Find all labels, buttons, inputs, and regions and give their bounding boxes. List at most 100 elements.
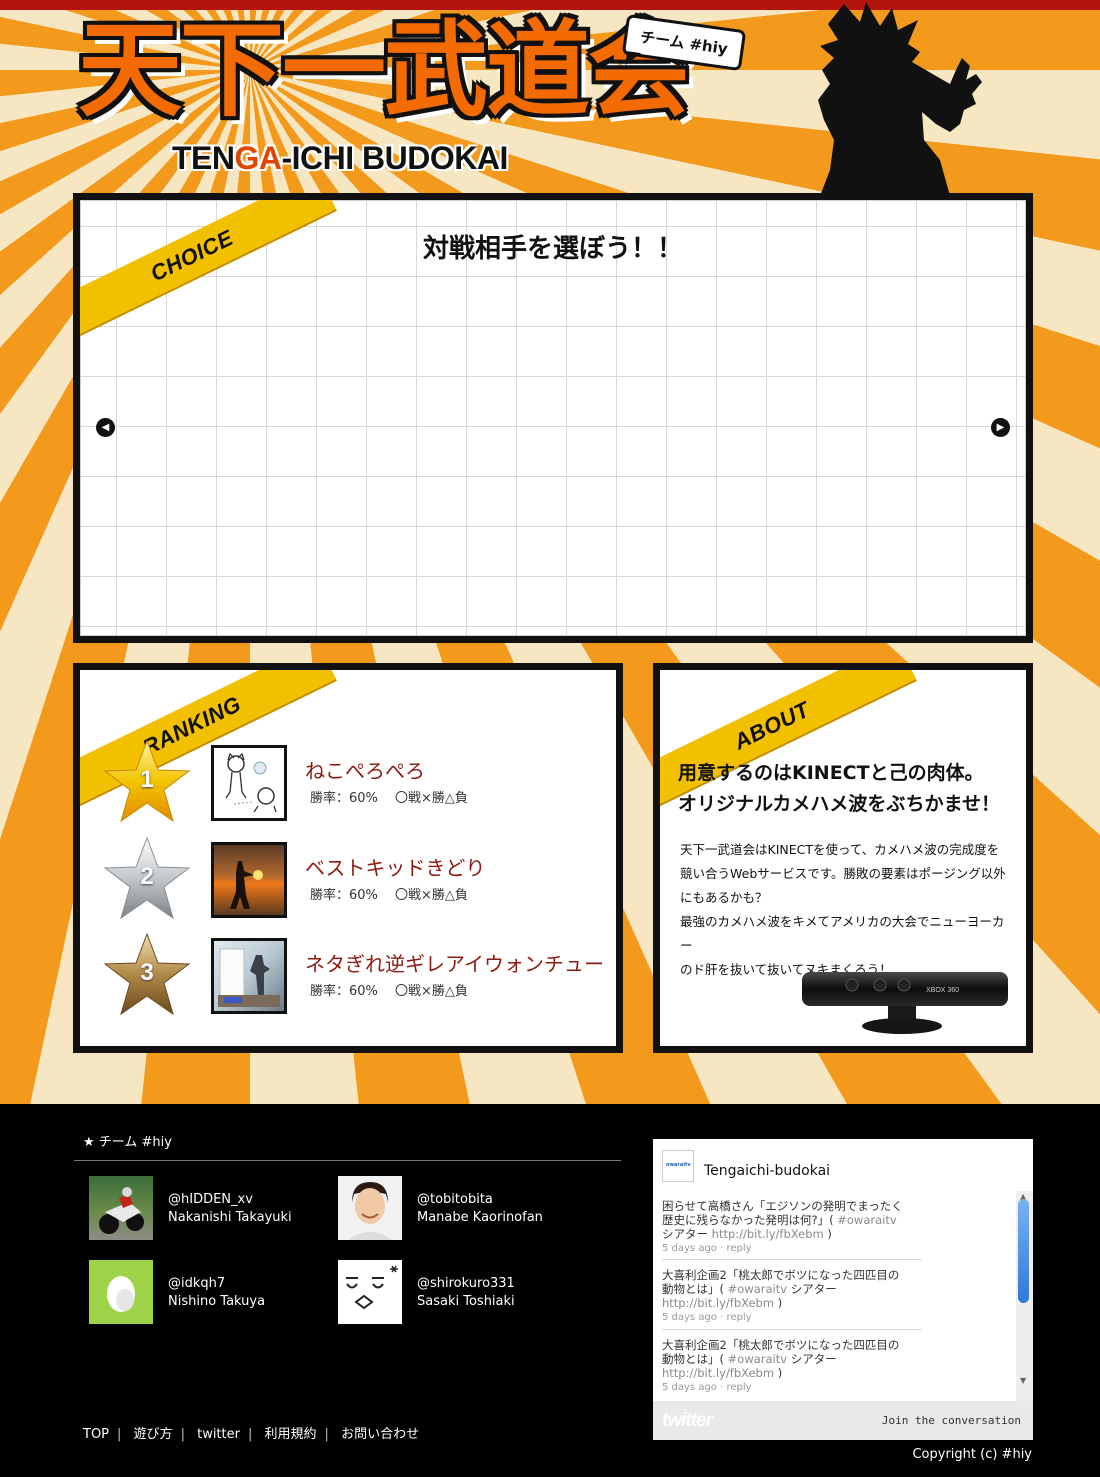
avatar[interactable] [89,1176,153,1240]
tweet-link[interactable]: http://bit.ly/fbXebm [712,1227,824,1241]
scrollbar-thumb[interactable] [1018,1199,1029,1303]
divider: | [324,1427,329,1442]
choice-panel: CHOICE 対戦相手を選ぼう！！ ◀ ▶ [73,193,1033,643]
divider [74,1160,621,1161]
rank-number: 3 [140,959,154,986]
tweet-meta[interactable]: 5 days ago · reply [662,1242,918,1256]
ranking-stats: 勝率：60% 〇戦×勝△負 [310,984,468,999]
footer-link-twitter[interactable]: twitter [197,1427,240,1442]
opponent-grid [80,200,1026,636]
tweet-feed[interactable]: 困らせて高橋さん「エジソンの発明でまったく 歴史に残らなかった発明は何?」( #… [653,1191,1016,1401]
footer-link-terms[interactable]: 利用規約 [265,1427,317,1442]
twitter-logo[interactable]: twitter [662,1410,713,1432]
ranking-panel: RANKING 1 ねこぺろぺろ 勝率：60% 〇戦×勝△負 2 ベストキッドき… [73,663,623,1053]
member-name: Manabe Kaorinofan [417,1210,543,1225]
footer-link-contact[interactable]: お問い合わせ [341,1427,419,1442]
ranking-item[interactable]: 3 ネタぎれ逆ギレアイウォンチュー 勝率：60% 〇戦×勝△負 [80,932,616,1019]
ranking-thumbnail[interactable] [211,745,287,821]
room-photo [218,948,280,1007]
team-member[interactable]: @shirokuro331 Sasaki Toshiaki [338,1260,578,1324]
person-photo [348,1182,392,1240]
about-text-line: 最強のカメハメ波をキメてアメリカの大会でニューヨーカー [680,914,1005,953]
twitter-avatar[interactable]: owaraitv [662,1150,694,1182]
motorcycle-photo [99,1187,144,1234]
carousel-prev-button[interactable]: ◀ [96,418,115,437]
member-name: Nishino Takuya [168,1294,266,1309]
carousel-next-button[interactable]: ▶ [991,418,1010,437]
device-label: XBOX 360 [926,987,959,994]
footer-link-top[interactable]: TOP [83,1427,109,1442]
team-member[interactable]: @idkqh7 Nishino Takuya [89,1260,329,1324]
join-conversation-link[interactable]: Join the conversation [882,1414,1021,1427]
avatar[interactable] [338,1260,402,1324]
tweet-hashtag[interactable]: #owaraitv [724,1282,787,1296]
ranking-name[interactable]: ベストキッドきどり [305,852,485,881]
kinect-device-image: XBOX 360 [802,972,1008,1034]
member-handle[interactable]: @hIDDEN_xv [168,1192,253,1207]
tweet-text: シアター [787,1352,837,1366]
member-name: Nakanishi Takayuki [168,1210,292,1225]
site-logo[interactable]: 天下一武道会 [78,18,692,122]
divider: | [247,1427,253,1442]
about-headline-line: 用意するのはKINECTと己の肉体。 [678,762,984,784]
tweet: 大喜利企画2「桃太郎でボツになった四匹目の 動物とは」( #owaraitv シ… [662,1338,918,1395]
ranking-thumbnail[interactable] [211,938,287,1014]
team-heading: ★ チーム #hiy [83,1135,172,1150]
face-sketch-icon [346,1265,398,1310]
member-name: Sasaki Toshiaki [417,1294,515,1309]
tweet-text: ) [823,1227,832,1241]
tweet-link[interactable]: http://bit.ly/fbXebm [662,1366,774,1380]
cat-drawing-icon [225,752,277,813]
twitter-widget: owaraitv Tengaichi-budokai 困らせて高橋さん「エジソン… [653,1139,1033,1440]
tweet-text: シアター [787,1282,837,1296]
team-member[interactable]: @tobitobita Manabe Kaorinofan [338,1176,578,1240]
sunset-figure-photo [230,861,263,909]
tweet-text: 困らせて高橋さん「エジソンの発明でまったく [662,1199,903,1213]
site-logo-subtitle: TENGA-ICHI BUDOKAI [172,140,508,176]
ranking-item[interactable]: 2 ベストキッドきどり 勝率：60% 〇戦×勝△負 [80,836,616,923]
ranking-stats: 勝率：60% 〇戦×勝△負 [310,888,468,903]
about-headline-line: オリジナルカメハメ波をぶちかませ！ [678,793,1001,815]
divider [662,1259,922,1260]
ranking-thumbnail[interactable] [211,842,287,918]
ranking-item[interactable]: 1 ねこぺろぺろ 勝率：60% 〇戦×勝△負 [80,739,616,826]
tweet: 困らせて高橋さん「エジソンの発明でまったく 歴史に残らなかった発明は何?」( #… [662,1199,918,1256]
arrow-right-icon: ▶ [996,422,1005,433]
tweet-text: ) [774,1366,783,1380]
divider: | [117,1427,122,1442]
tweet: 大喜利企画2「桃太郎でボツになった四匹目の 動物とは」( #owaraitv シ… [662,1268,918,1325]
tweet-text: シアター [662,1227,712,1241]
footer-link-howto[interactable]: 遊び方 [134,1427,173,1442]
tweet-text: 動物とは」( [662,1352,724,1366]
avatar[interactable] [89,1260,153,1324]
about-text-line: 競い合うWebサービスです。勝敗の要素はポージング以外 [680,866,1006,881]
member-handle[interactable]: @idkqh7 [168,1276,225,1291]
tweet-feed-scrollbar[interactable]: ▲ ▼ [1016,1191,1033,1401]
twitter-widget-title[interactable]: Tengaichi-budokai [704,1163,830,1179]
tweet-text: 動物とは」( [662,1282,724,1296]
tweet-text: 歴史に残らなかった発明は何?」( [662,1213,834,1227]
footer: ★ チーム #hiy @hIDDEN_xv Nakanishi Takayuki… [0,1104,1100,1477]
scroll-down-icon[interactable]: ▼ [1020,1376,1026,1385]
ranking-stats: 勝率：60% 〇戦×勝△負 [310,791,468,806]
tweet-meta[interactable]: 5 days ago · reply [662,1311,918,1325]
divider [662,1329,922,1330]
about-panel: ABOUT 用意するのはKINECTと己の肉体。 オリジナルカメハメ波をぶちかま… [653,663,1033,1053]
tweet-meta[interactable]: 5 days ago · reply [662,1381,918,1395]
choice-title: 対戦相手を選ぼう！！ [422,234,683,264]
rank-number: 1 [140,766,154,793]
twitter-widget-footer: twitter Join the conversation [653,1401,1033,1440]
tweet-link[interactable]: http://bit.ly/fbXebm [662,1296,774,1310]
ranking-name[interactable]: ねこぺろぺろ [305,755,425,784]
tweet-hashtag[interactable]: #owaraitv [834,1213,896,1227]
ranking-name[interactable]: ネタぎれ逆ギレアイウォンチュー [305,948,604,977]
member-handle[interactable]: @shirokuro331 [417,1276,515,1291]
arrow-left-icon: ◀ [101,422,110,433]
tweet-text: 大喜利企画2「桃太郎でボツになった四匹目の [662,1338,900,1352]
hero-background: 天下一武道会 TENGA-ICHI BUDOKAI チーム #hiy CHOIC… [0,0,1100,1104]
tweet-hashtag[interactable]: #owaraitv [724,1352,787,1366]
member-handle[interactable]: @tobitobita [417,1192,493,1207]
team-member[interactable]: @hIDDEN_xv Nakanishi Takayuki [89,1176,329,1240]
fighter-silhouette-icon [818,2,982,196]
avatar[interactable] [338,1176,402,1240]
